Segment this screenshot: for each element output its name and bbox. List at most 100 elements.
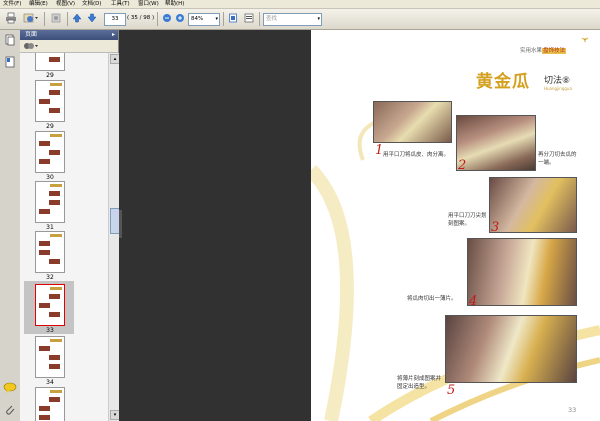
pages-panel-title: 页面 xyxy=(25,31,38,38)
thumbnail-photo xyxy=(49,191,60,196)
hand-tool-icon[interactable] xyxy=(49,12,63,26)
page-number: 33 xyxy=(568,406,577,414)
thumbnail-label: 30 xyxy=(46,174,54,181)
page-thumbnail[interactable] xyxy=(35,231,65,273)
thumbnail-list: 29 29 30 31 32 33 34 xyxy=(20,53,108,421)
options-button[interactable] xyxy=(23,41,39,51)
panel-menu-icon[interactable]: ▸ xyxy=(112,31,115,39)
previous-page-icon[interactable] xyxy=(71,12,83,26)
bookmarks-icon[interactable] xyxy=(4,56,16,68)
document-page: 实用水果盘饰技法 黄金瓜 切法⑧ Huangjinggua 1 2 3 4 5 … xyxy=(311,30,600,421)
toolbar: 33 ( 35 / 98 ) 84% ▾ 查找 ▾ xyxy=(0,9,600,30)
thumbnail-photo xyxy=(49,364,60,369)
step-5-caption: 将薄片刻成图案并固定出造型。 xyxy=(397,376,442,390)
zoom-select[interactable]: 84% ▾ xyxy=(188,13,220,26)
page-thumbnail[interactable] xyxy=(35,53,65,71)
page-title: 黄金瓜 xyxy=(476,72,530,92)
page-thumbnail[interactable] xyxy=(35,284,65,326)
thumbnail-label: 33 xyxy=(46,327,54,334)
thumbnail-title xyxy=(50,134,62,137)
comments-icon[interactable] xyxy=(3,382,17,394)
thumbnail-photo xyxy=(39,241,50,246)
chevron-down-icon: ▾ xyxy=(317,16,320,22)
thumbnail-title xyxy=(50,390,62,393)
step-2-caption: 再分刀切去瓜的一端。 xyxy=(538,152,577,166)
fit-page-icon[interactable] xyxy=(227,12,239,26)
step-5-photo xyxy=(445,315,577,383)
step-2-photo xyxy=(456,115,536,171)
thumbnail-title xyxy=(50,339,62,342)
thumbnail-title xyxy=(50,234,62,237)
step-4-photo xyxy=(467,238,577,306)
header-highlight: 盘饰技法 xyxy=(542,48,567,54)
menu-window[interactable]: 窗口(W) xyxy=(138,0,159,8)
thumbnail-photo xyxy=(49,294,60,299)
panel-resize-handle[interactable] xyxy=(119,210,122,238)
thumbnail-label: 34 xyxy=(46,379,54,386)
step-4-caption: 将瓜肉切出一薄片。 xyxy=(407,296,457,302)
header-text: 实用水果 xyxy=(520,48,543,54)
step-3-photo xyxy=(489,177,577,233)
zoom-in-icon[interactable] xyxy=(174,12,186,26)
thumbnail-photo xyxy=(39,99,50,104)
step-1-photo xyxy=(373,101,452,143)
thumbnail-photo xyxy=(39,141,50,146)
step-1-caption: 用平口刀将瓜皮、肉分离。 xyxy=(383,152,450,158)
menu-document[interactable]: 文档(D) xyxy=(82,0,102,8)
menu-tools[interactable]: 工具(T) xyxy=(111,0,130,8)
thumbnail-photo xyxy=(39,346,50,351)
menu-bar: 文件(F) 编辑(E) 视图(V) 文档(D) 工具(T) 窗口(W) 帮助(H… xyxy=(0,0,600,9)
navigation-icon-strip xyxy=(0,30,21,421)
thumbnail-photo xyxy=(49,397,60,402)
page-count: ( 35 / 98 ) xyxy=(127,15,155,21)
thumbnail-title xyxy=(50,83,62,86)
page-subtitle: Huangjinggua xyxy=(544,86,572,91)
menu-help[interactable]: 帮助(H) xyxy=(165,0,184,8)
email-icon[interactable] xyxy=(22,12,40,26)
thumbnail-photo xyxy=(49,259,60,264)
page-thumbnail[interactable] xyxy=(35,181,65,223)
thumbnail-title xyxy=(50,287,62,290)
thumbnail-scrollbar[interactable]: ▴ ▾ xyxy=(108,53,120,421)
pages-panel-header: 页面 ▸ xyxy=(20,30,118,40)
find-placeholder: 查找 xyxy=(266,16,278,22)
menu-edit[interactable]: 编辑(E) xyxy=(29,0,48,8)
thumbnail-photo xyxy=(49,312,60,317)
next-page-icon[interactable] xyxy=(86,12,98,26)
document-area: 实用水果盘饰技法 黄金瓜 切法⑧ Huangjinggua 1 2 3 4 5 … xyxy=(119,30,600,421)
pages-panel: 页面 ▸ 29 29 30 31 32 33 34 ▴ ▾ xyxy=(20,30,120,421)
page-thumbnail[interactable] xyxy=(35,131,65,173)
page-thumbnail[interactable] xyxy=(35,80,65,122)
thumbnail-photo xyxy=(39,406,50,411)
page-number-input[interactable]: 33 xyxy=(104,13,126,26)
thumbnail-label: 29 xyxy=(46,123,54,130)
thumbnail-photo xyxy=(49,150,60,155)
step-2-number: 2 xyxy=(458,158,467,173)
fit-width-icon[interactable] xyxy=(243,12,255,26)
thumbnail-label: 32 xyxy=(46,274,54,281)
chevron-down-icon: ▾ xyxy=(215,16,218,22)
page-header: 实用水果盘饰技法 xyxy=(520,46,567,54)
menu-file[interactable]: 文件(F) xyxy=(3,0,21,8)
step-4-number: 4 xyxy=(469,294,478,309)
print-icon[interactable] xyxy=(4,12,18,26)
page-thumbnail[interactable] xyxy=(35,336,65,378)
thumbnail-photo xyxy=(49,90,60,95)
thumbnail-photo xyxy=(49,108,60,113)
attachments-icon[interactable] xyxy=(4,404,16,416)
pages-options-bar xyxy=(20,40,118,53)
thumbnail-photo xyxy=(39,209,50,214)
thumbnail-photo xyxy=(39,303,50,308)
thumbnail-photo xyxy=(49,57,60,62)
menu-view[interactable]: 视图(V) xyxy=(56,0,75,8)
thumbnail-photo xyxy=(39,250,50,255)
step-3-number: 3 xyxy=(491,220,500,235)
find-input[interactable]: 查找 ▾ xyxy=(263,13,322,26)
thumbnail-title xyxy=(50,184,62,187)
step-3-caption: 用平口刀刀尖划刻图案。 xyxy=(448,213,487,227)
page-thumbnail[interactable] xyxy=(35,387,65,421)
thumbnail-photo xyxy=(39,159,50,164)
zoom-out-icon[interactable] xyxy=(161,12,173,26)
pages-icon[interactable] xyxy=(4,34,16,46)
page-title-suffix: 切法⑧ xyxy=(544,76,571,86)
